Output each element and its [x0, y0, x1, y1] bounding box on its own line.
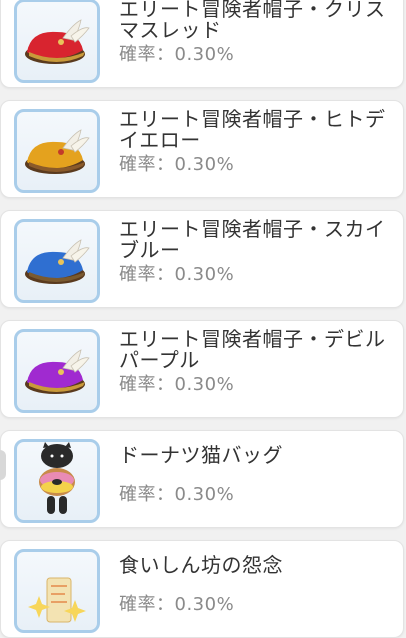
item-rate: 確率：0.30% — [119, 594, 235, 615]
item-rate: 確率：0.30% — [119, 44, 235, 65]
list-item[interactable]: ドーナツ猫バッグ 確率：0.30% — [0, 430, 404, 528]
item-rate: 確率：0.30% — [119, 264, 235, 285]
item-rate: 確率：0.30% — [119, 374, 235, 395]
list-item[interactable]: エリート冒険者帽子・クリスマスレッド 確率：0.30% — [0, 0, 404, 88]
purple-hat-icon — [25, 349, 90, 394]
item-name: 食いしん坊の怨念 — [119, 553, 283, 577]
item-thumbnail — [14, 0, 100, 83]
list-item[interactable]: 食いしん坊の怨念 確率：0.30% — [0, 540, 404, 638]
item-thumbnail — [14, 439, 100, 523]
item-name: エリート冒険者帽子・ヒトデイエロー — [119, 107, 386, 152]
item-rate: 確率：0.30% — [119, 484, 235, 505]
item-name: エリート冒険者帽子・クリスマスレッド — [119, 0, 386, 42]
list-item[interactable]: エリート冒険者帽子・スカイブルー 確率：0.30% — [0, 210, 404, 308]
item-thumbnail — [14, 219, 100, 303]
item-name: エリート冒険者帽子・デビルパープル — [119, 327, 386, 372]
yellow-hat-icon — [25, 129, 90, 174]
item-name: エリート冒険者帽子・スカイブルー — [119, 217, 386, 262]
sparkle-scroll-icon — [28, 577, 86, 623]
item-name: ドーナツ猫バッグ — [119, 443, 283, 467]
donut-cat-bag-icon — [39, 442, 75, 514]
blue-hat-icon — [25, 239, 90, 284]
item-rate: 確率：0.30% — [119, 154, 235, 175]
list-item[interactable]: エリート冒険者帽子・デビルパープル 確率：0.30% — [0, 320, 404, 418]
item-thumbnail — [14, 549, 100, 633]
list-item[interactable]: エリート冒険者帽子・ヒトデイエロー 確率：0.30% — [0, 100, 404, 198]
scroll-handle[interactable] — [0, 450, 6, 480]
item-thumbnail — [14, 329, 100, 413]
red-hat-icon — [25, 19, 90, 64]
item-thumbnail — [14, 109, 100, 193]
